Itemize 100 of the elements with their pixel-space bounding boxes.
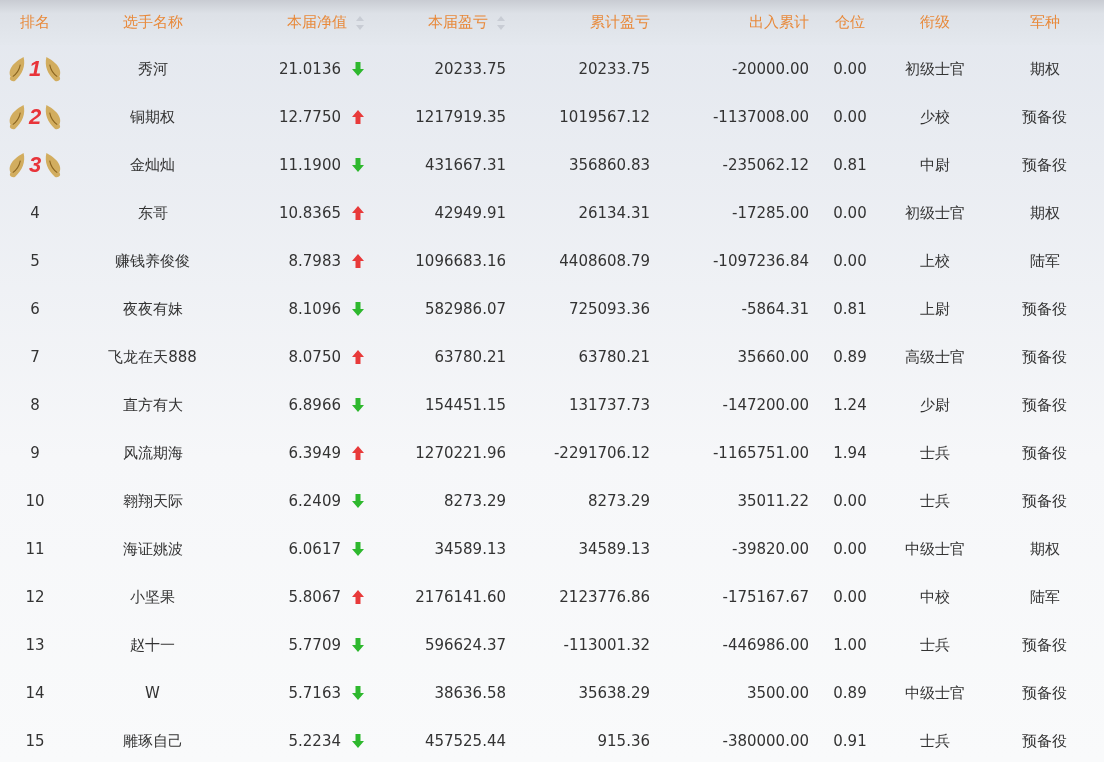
rank-number: 3 — [28, 152, 42, 178]
sort-icon[interactable] — [355, 14, 365, 31]
table-cell: 21.0136 — [278, 60, 341, 78]
player-name: 赚钱养俊俊 — [114, 251, 191, 271]
table-cell-text: 63780.21 — [433, 348, 507, 366]
rank-number: 1 — [28, 56, 42, 82]
table-cell-text: 预备役 — [1021, 395, 1068, 415]
table-cell-text: 596624.37 — [423, 636, 507, 654]
rank-number: 13 — [24, 636, 46, 654]
rank-number: 7 — [29, 348, 41, 366]
table-cell-text: 0.89 — [832, 684, 868, 702]
table-cell-text: -20000.00 — [731, 60, 810, 78]
table-cell-text: 0.00 — [832, 252, 868, 270]
player-name: 风流期海 — [121, 443, 184, 463]
table-cell-text: 42949.91 — [433, 204, 507, 222]
table-cell-text: 士兵 — [919, 635, 951, 655]
table-cell-text: 725093.36 — [567, 300, 651, 318]
table-cell-text: 初级士官 — [904, 203, 966, 223]
table-cell-text: 1270221.96 — [414, 444, 507, 462]
table-cell-text: -113001.32 — [562, 636, 651, 654]
table-cell-text: 期权 — [1028, 539, 1061, 559]
table-cell-text: 0.00 — [832, 588, 868, 606]
player-name: 海证姚波 — [121, 539, 184, 559]
table-cell-text: 0.00 — [832, 108, 868, 126]
table-cell-text: 2176141.60 — [414, 588, 507, 606]
rank-number: 6 — [29, 300, 41, 318]
column-header: 出入累计 — [748, 13, 810, 32]
table-cell-text: 高级士官 — [904, 347, 966, 367]
table-cell-text: 1096683.16 — [414, 252, 507, 270]
table-cell-text: 中校 — [919, 587, 951, 607]
table-cell: 5.8067 — [288, 588, 341, 606]
column-header[interactable]: 本届净值 — [235, 13, 375, 32]
sort-icon[interactable] — [496, 14, 506, 31]
table-cell-text: 1019567.12 — [558, 108, 651, 126]
column-header: 排名 — [19, 13, 51, 32]
table-cell-text: 士兵 — [919, 443, 951, 463]
table-cell-text: 915.36 — [596, 732, 651, 750]
table-cell-text: 457525.44 — [423, 732, 507, 750]
column-header: 累计盈亏 — [589, 13, 651, 32]
table-cell-text: 0.00 — [832, 60, 868, 78]
player-name: 飞龙在天888 — [107, 347, 198, 367]
player-name: 雕琢自己 — [121, 731, 184, 751]
table-cell-text: 8273.29 — [586, 492, 651, 510]
table-cell-text: 初级士官 — [904, 59, 966, 79]
table-cell-text: 0.00 — [832, 492, 868, 510]
table-cell-text: -1137008.00 — [711, 108, 810, 126]
table-cell-text: 20233.75 — [577, 60, 651, 78]
rank-number: 4 — [29, 204, 41, 222]
table-cell-text: 预备役 — [1021, 491, 1068, 511]
table-cell-text: 20233.75 — [433, 60, 507, 78]
table-cell-text: -380000.00 — [721, 732, 810, 750]
player-name: 翱翔天际 — [121, 491, 184, 511]
table-cell-text: 1.00 — [832, 636, 868, 654]
rank-number: 9 — [29, 444, 41, 462]
table-cell: 5.7163 — [288, 684, 341, 702]
table-cell-text: 356860.83 — [567, 156, 651, 174]
table-cell-text: 1.94 — [832, 444, 868, 462]
table-cell-text: 35660.00 — [736, 348, 810, 366]
table-cell-text: 131737.73 — [567, 396, 651, 414]
table-cell-text: 预备役 — [1021, 683, 1068, 703]
table-cell-text: 1.24 — [832, 396, 868, 414]
table-cell: 10.8365 — [278, 204, 341, 222]
player-name: 小坚果 — [129, 587, 176, 607]
table-cell-text: 士兵 — [919, 491, 951, 511]
table-cell: 12.7750 — [278, 108, 341, 126]
table-cell: 5.7709 — [288, 636, 341, 654]
table-cell-text: 34589.13 — [577, 540, 651, 558]
rank-number: 10 — [24, 492, 46, 510]
rank-number: 11 — [24, 540, 46, 558]
column-header: 仓位 — [834, 13, 866, 32]
table-cell-text: 预备役 — [1021, 731, 1068, 751]
player-name: 秀河 — [136, 59, 169, 79]
column-header[interactable]: 本届盈亏 — [375, 13, 520, 32]
player-name: 东哥 — [136, 203, 169, 223]
rank-number: 15 — [24, 732, 46, 750]
table-cell-text: 35638.29 — [577, 684, 651, 702]
table-cell-text: 陆军 — [1028, 587, 1061, 607]
table-cell-text: 中级士官 — [904, 539, 966, 559]
player-name: 夜夜有妹 — [121, 299, 184, 319]
table-cell-text: -147200.00 — [721, 396, 810, 414]
table-cell-text: 8273.29 — [442, 492, 507, 510]
table-cell: 8.0750 — [288, 348, 341, 366]
table-cell: 6.8966 — [288, 396, 341, 414]
table-cell-text: 上校 — [919, 251, 951, 271]
rank-number: 12 — [24, 588, 46, 606]
table-cell: 8.7983 — [288, 252, 341, 270]
rank-number: 8 — [29, 396, 41, 414]
table-cell-text: 预备役 — [1021, 347, 1068, 367]
table-cell-text: 0.00 — [832, 204, 868, 222]
table-cell-text: -235062.12 — [721, 156, 810, 174]
table-cell-text: -2291706.12 — [552, 444, 651, 462]
table-cell-text: -17285.00 — [731, 204, 810, 222]
table-cell-text: 34589.13 — [433, 540, 507, 558]
player-name: W — [144, 684, 161, 702]
table-cell-text: 上尉 — [919, 299, 951, 319]
table-cell-text: 2123776.86 — [558, 588, 651, 606]
table-cell-text: 63780.21 — [577, 348, 651, 366]
table-cell-text: 26134.31 — [577, 204, 651, 222]
table-cell-text: 3500.00 — [745, 684, 810, 702]
table-cell-text: 士兵 — [919, 731, 951, 751]
